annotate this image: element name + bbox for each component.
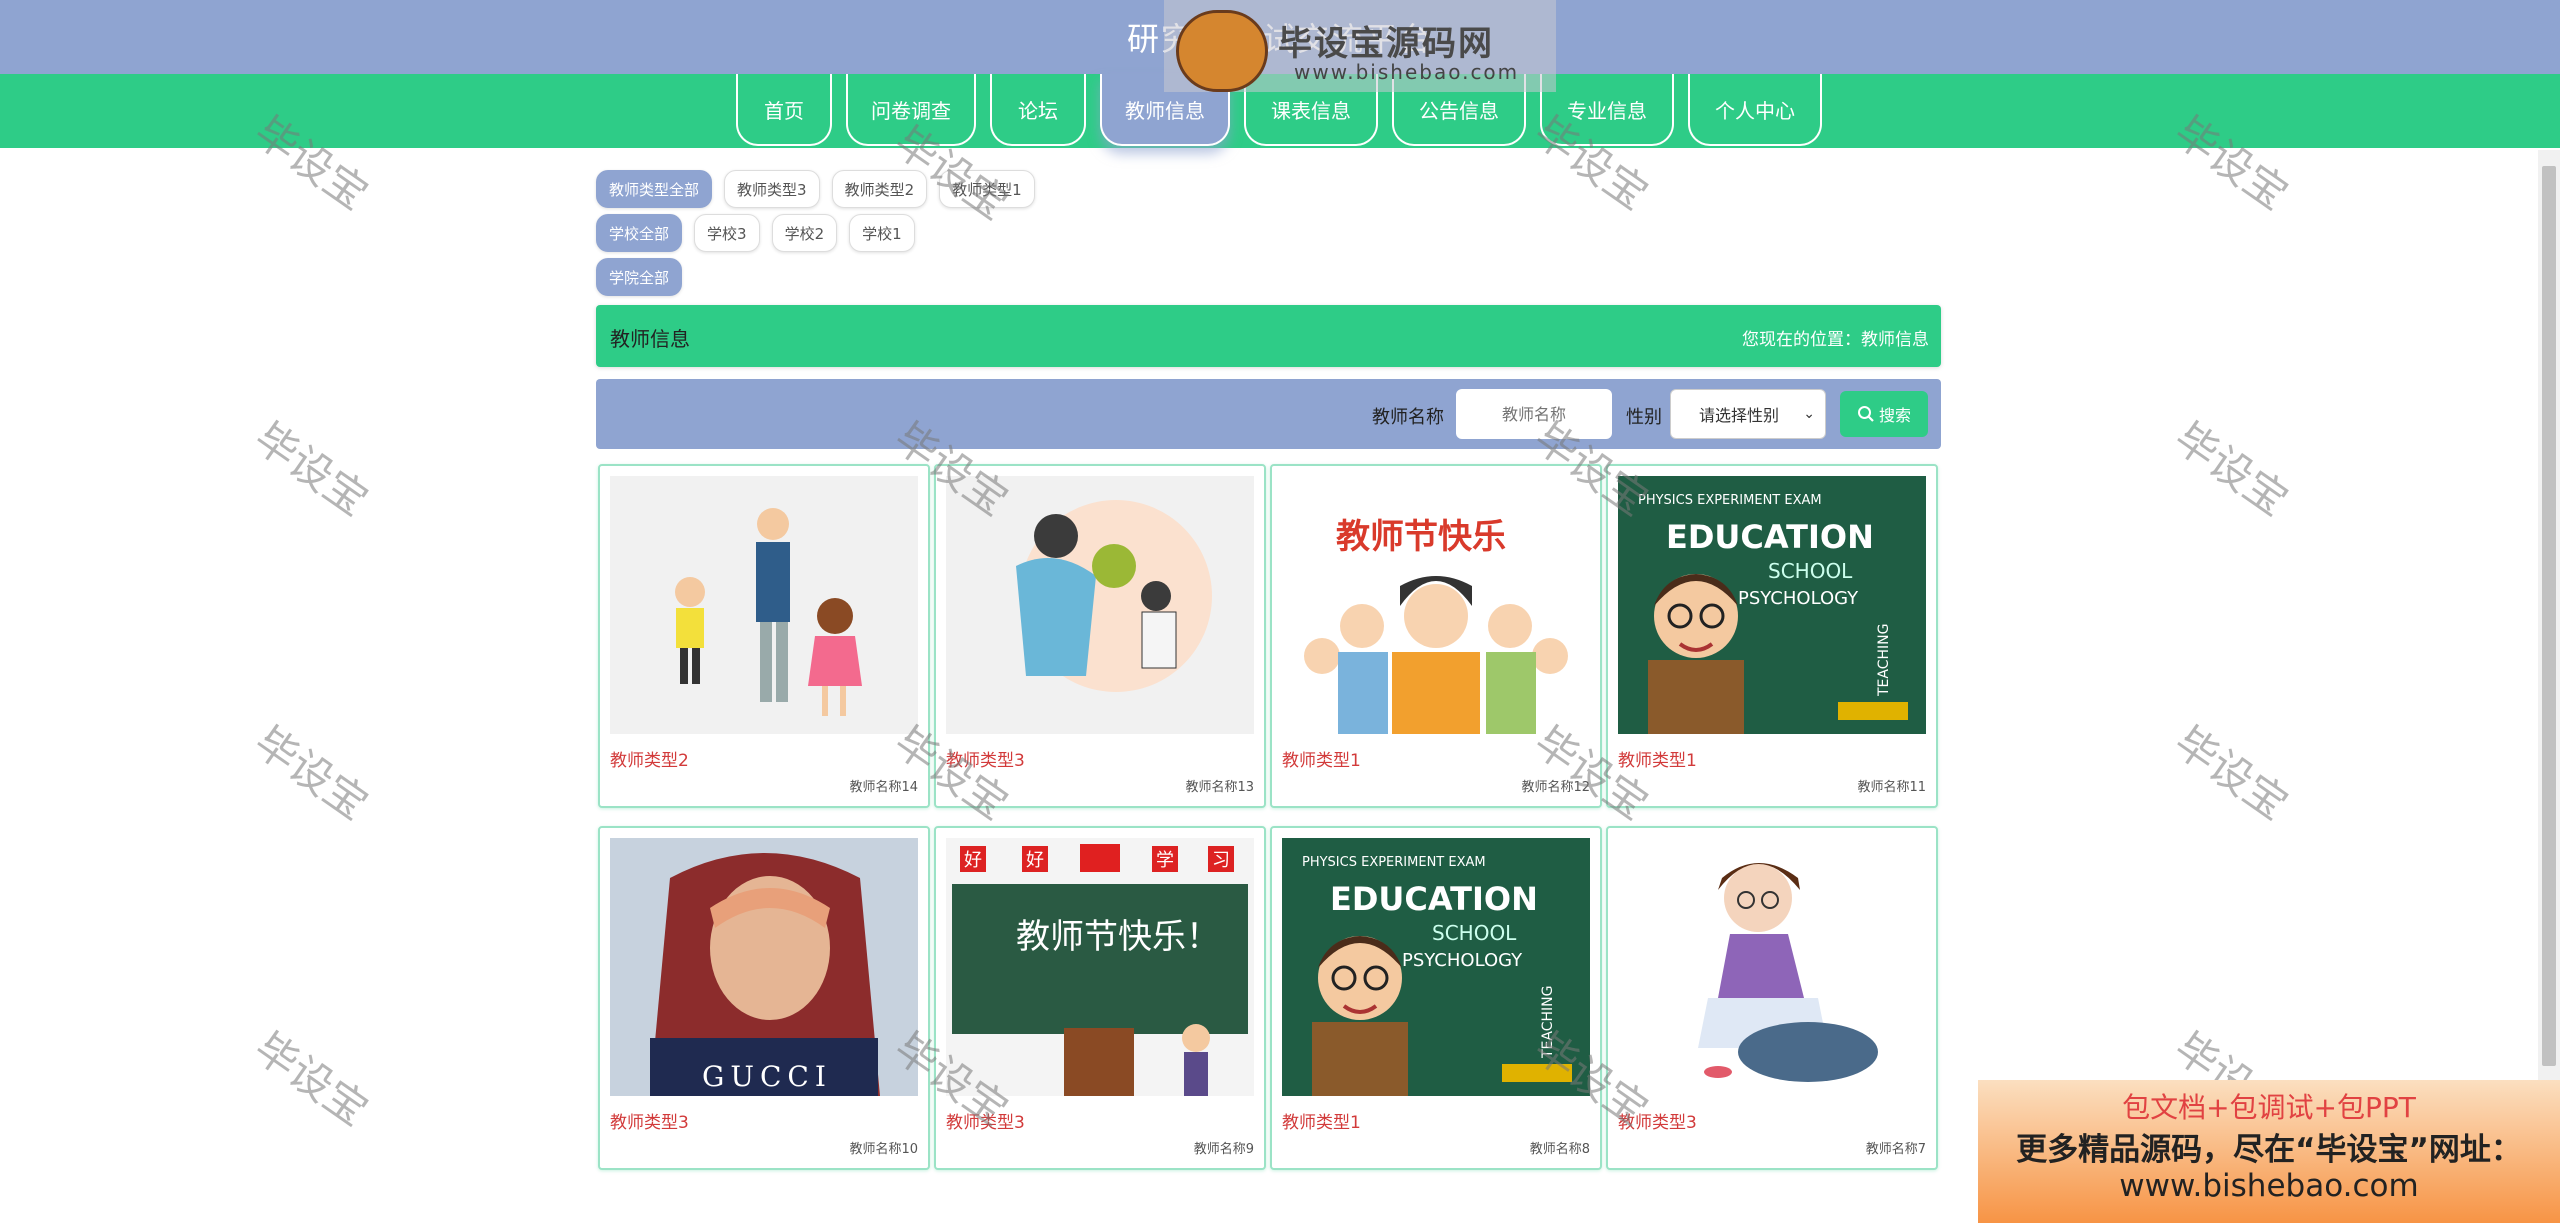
- teacher-photo[interactable]: [610, 476, 918, 734]
- teacher-type-label: 教师类型1: [1618, 751, 1697, 771]
- svg-text:TEACHING: TEACHING: [1540, 986, 1556, 1059]
- search-bar: 教师名称 性别 请选择性别 ⌄ 搜索: [596, 379, 1941, 449]
- teacher-type-label: 教师类型3: [946, 751, 1025, 771]
- mascot-icon: [1176, 10, 1268, 92]
- nav-item-8[interactable]: 个人中心: [1688, 74, 1822, 146]
- school-chip[interactable]: 学校2: [771, 214, 838, 252]
- svg-text:EDUCATION: EDUCATION: [1666, 518, 1874, 556]
- teacher-type-label: 教师类型3: [1618, 1113, 1697, 1133]
- svg-text:SCHOOL: SCHOOL: [1768, 559, 1853, 583]
- watermark-logo: 毕设宝源码网 www.bishebao.com: [1164, 0, 1556, 92]
- teacher-type-filter: 教师类型全部 教师类型3 教师类型2 教师类型1: [596, 170, 1047, 208]
- gender-select[interactable]: 请选择性别 ⌄: [1670, 389, 1826, 439]
- college-chip[interactable]: 学院全部: [596, 258, 683, 296]
- teacher-type-label: 教师类型3: [610, 1113, 689, 1133]
- search-icon: [1857, 406, 1874, 422]
- watermark-logo-url: www.bishebao.com: [1294, 60, 1520, 84]
- watermark-text: 毕设宝: [2165, 412, 2297, 526]
- search-button[interactable]: 搜索: [1840, 391, 1928, 437]
- nav-item-3[interactable]: 论坛: [990, 74, 1086, 146]
- teacher-type-chip[interactable]: 教师类型3: [724, 170, 820, 208]
- teacher-card[interactable]: GUCCI 教师类型3 教师名称10: [598, 826, 930, 1170]
- teacher-card[interactable]: 教师类型2 教师名称14: [598, 464, 930, 808]
- teacher-type-label: 教师类型1: [1282, 1113, 1361, 1133]
- teacher-type-label: 教师类型2: [610, 751, 689, 771]
- gender-select-value: 请选择性别: [1699, 406, 1780, 425]
- search-button-label: 搜索: [1878, 406, 1911, 425]
- watermark-text: 毕设宝: [2165, 716, 2297, 830]
- section-title: 教师信息: [610, 327, 690, 351]
- teacher-type-chip[interactable]: 教师类型1: [939, 170, 1035, 208]
- promo-line-3: www.bishebao.com: [2119, 1168, 2419, 1204]
- school-chip[interactable]: 学校3: [694, 214, 760, 252]
- teacher-name-label: 教师名称11: [1857, 780, 1926, 795]
- watermark-logo-title: 毕设宝源码网: [1278, 24, 1494, 64]
- chevron-down-icon: ⌄: [1803, 406, 1815, 422]
- teacher-type-chip[interactable]: 教师类型2: [831, 170, 928, 208]
- teacher-type-label: 教师类型1: [1282, 751, 1361, 771]
- section-header: 教师信息 您现在的位置：教师信息: [596, 305, 1941, 367]
- scrollbar-thumb[interactable]: [2542, 166, 2556, 1066]
- svg-text:PHYSICS EXPERIMENT EXAM: PHYSICS EXPERIMENT EXAM: [1302, 855, 1486, 870]
- teacher-card[interactable]: 教师类型3 教师名称7: [1606, 826, 1938, 1170]
- teacher-photo[interactable]: 教师节快乐: [1282, 476, 1590, 734]
- svg-text:教师节快乐: 教师节快乐: [1336, 517, 1506, 557]
- teacher-name-label: 教师名称9: [1193, 1142, 1254, 1157]
- school-chip[interactable]: 学校1: [849, 214, 915, 252]
- promo-line-2: 更多精品源码，尽在“毕设宝”网址：: [2016, 1132, 2522, 1168]
- teacher-photo[interactable]: PHYSICS EXPERIMENT EXAM EDUCATION SCHOOL…: [1282, 838, 1590, 1096]
- teacher-photo[interactable]: PHYSICS EXPERIMENT EXAM EDUCATION SCHOOL…: [1618, 476, 1926, 734]
- teacher-name-label: 教师名称7: [1865, 1142, 1926, 1157]
- watermark-text: 毕设宝: [245, 716, 377, 830]
- svg-text:教师节快乐！: 教师节快乐！: [1016, 917, 1220, 957]
- svg-text:PSYCHOLOGY: PSYCHOLOGY: [1402, 950, 1523, 971]
- teacher-name-label: 教师名称10: [849, 1142, 918, 1157]
- teacher-name-label: 教师名称13: [1185, 780, 1254, 795]
- svg-text:EDUCATION: EDUCATION: [1330, 880, 1538, 918]
- svg-text:SCHOOL: SCHOOL: [1432, 921, 1517, 945]
- teacher-photo[interactable]: 好 好 学 习 教师节快乐！: [946, 838, 1254, 1096]
- svg-text:习: 习: [1212, 850, 1230, 871]
- teacher-card[interactable]: 好 好 学 习 教师节快乐！ 教师类型3 教师名称9: [934, 826, 1266, 1170]
- teacher-name-input[interactable]: [1456, 389, 1612, 439]
- teacher-name-label: 教师名称14: [849, 780, 918, 795]
- teacher-type-label: 教师类型3: [946, 1113, 1025, 1133]
- svg-text:PHYSICS EXPERIMENT EXAM: PHYSICS EXPERIMENT EXAM: [1638, 493, 1822, 508]
- watermark-text: 毕设宝: [245, 412, 377, 526]
- breadcrumb: 您现在的位置：教师信息: [1742, 330, 1929, 350]
- teacher-type-chip[interactable]: 教师类型全部: [596, 170, 713, 208]
- svg-text:好: 好: [1026, 850, 1044, 871]
- teacher-photo[interactable]: [1618, 838, 1926, 1096]
- teacher-card[interactable]: 教师节快乐 教师类型1 教师名称12: [1270, 464, 1602, 808]
- teacher-name-label: 教师名称8: [1529, 1142, 1590, 1157]
- school-filter: 学校全部 学校3 学校2 学校1: [596, 214, 927, 252]
- svg-text:好: 好: [964, 850, 982, 871]
- scrollbar[interactable]: [2538, 150, 2560, 1223]
- nav-item-7[interactable]: 专业信息: [1540, 74, 1674, 146]
- school-chip[interactable]: 学校全部: [596, 214, 683, 252]
- gender-label: 性别: [1626, 407, 1662, 428]
- teacher-photo[interactable]: [946, 476, 1254, 734]
- teacher-photo[interactable]: GUCCI: [610, 838, 918, 1096]
- svg-text:GUCCI: GUCCI: [702, 1060, 832, 1093]
- college-filter: 学院全部: [596, 258, 694, 296]
- teacher-card[interactable]: PHYSICS EXPERIMENT EXAM EDUCATION SCHOOL…: [1606, 464, 1938, 808]
- teacher-name-label: 教师名称: [1372, 407, 1444, 428]
- svg-text:PSYCHOLOGY: PSYCHOLOGY: [1738, 588, 1859, 609]
- svg-text:学: 学: [1156, 850, 1174, 871]
- watermark-text: 毕设宝: [245, 1022, 377, 1136]
- teacher-name-label: 教师名称12: [1521, 780, 1590, 795]
- teacher-card[interactable]: PHYSICS EXPERIMENT EXAM EDUCATION SCHOOL…: [1270, 826, 1602, 1170]
- nav-item-2[interactable]: 问卷调查: [846, 74, 976, 146]
- teacher-card[interactable]: 教师类型3 教师名称13: [934, 464, 1266, 808]
- promo-banner[interactable]: 包文档+包调试+包PPT 更多精品源码，尽在“毕设宝”网址： www.bishe…: [1978, 1080, 2560, 1223]
- svg-text:TEACHING: TEACHING: [1876, 624, 1892, 697]
- promo-line-1: 包文档+包调试+包PPT: [2122, 1091, 2416, 1124]
- nav-item-1[interactable]: 首页: [736, 74, 832, 146]
